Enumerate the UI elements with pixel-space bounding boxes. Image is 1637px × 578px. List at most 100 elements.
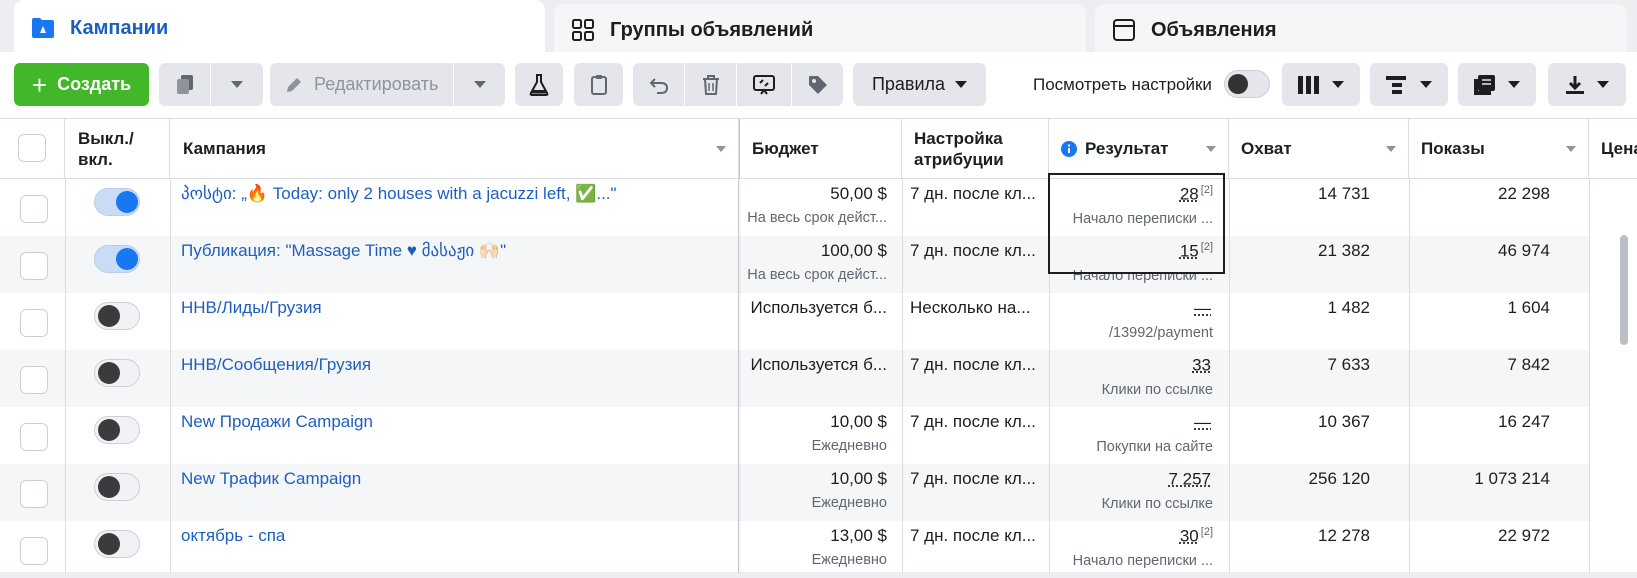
rules-button[interactable]: Правила [853, 63, 986, 106]
attribution-cell: 7 дн. после кл... [910, 412, 1036, 431]
header-budget[interactable]: Бюджет [739, 119, 902, 179]
campaign-name-link[interactable]: Публикация: "Massage Time ♥ მასაჟი 🙌🏻" [181, 236, 729, 293]
result-footnote: [2] [1200, 526, 1213, 538]
row-checkbox[interactable] [20, 252, 48, 280]
budget-cell[interactable]: 10,00 $ Ежедневно [739, 464, 898, 521]
ab-test-button[interactable] [515, 63, 563, 106]
view-settings-toggle[interactable] [1224, 70, 1270, 98]
level-tabs: Кампании Группы объявлений Объявления [0, 0, 1637, 56]
tab-ads[interactable]: Объявления [1095, 4, 1627, 56]
impressions-cell: 22 298 [1498, 184, 1550, 203]
campaign-name-link[interactable]: HHB/Лиды/Грузия [181, 293, 729, 350]
row-checkbox[interactable] [20, 195, 48, 223]
budget-cell[interactable]: 100,00 $ На весь срок дейст... [739, 236, 898, 293]
edit-button[interactable]: Редактировать [270, 63, 453, 106]
result-selection-box [1048, 173, 1225, 274]
tab-campaigns[interactable]: Кампании [14, 0, 545, 56]
sort-caret-icon [1566, 146, 1576, 152]
breakdown-button[interactable] [1370, 63, 1448, 106]
header-result[interactable]: Результат [1049, 119, 1229, 179]
row-checkbox[interactable] [20, 423, 48, 451]
vertical-scrollbar[interactable] [1620, 235, 1628, 345]
delete-button[interactable] [685, 63, 736, 106]
header-attribution[interactable]: Настройка атрибуции [902, 119, 1049, 179]
campaign-name-link[interactable]: HHB/Сообщения/Грузия [181, 350, 729, 407]
budget-type: Ежедневно [811, 495, 887, 511]
campaign-status-toggle[interactable] [94, 530, 140, 558]
campaign-name-link[interactable]: New Трафик Campaign [181, 464, 729, 521]
campaign-status-toggle[interactable] [94, 416, 140, 444]
export-button[interactable] [1548, 63, 1626, 106]
campaign-name-link[interactable]: октябрь - спа [181, 521, 729, 578]
header-campaign[interactable]: Кампания [170, 119, 739, 179]
breakdown-icon [1386, 75, 1406, 94]
reports-icon [1474, 74, 1495, 95]
campaign-status-toggle[interactable] [94, 188, 140, 216]
attribution-cell: 7 дн. после кл... [910, 469, 1036, 488]
columns-button[interactable] [1282, 63, 1360, 106]
attribution-cell: Несколько на... [910, 298, 1031, 317]
header-reach[interactable]: Охват [1229, 119, 1409, 179]
reach-cell: 10 367 [1318, 412, 1370, 431]
campaign-status-toggle[interactable] [94, 359, 140, 387]
chevron-down-icon [1597, 81, 1609, 88]
row-checkbox[interactable] [20, 480, 48, 508]
preview-icon [753, 74, 775, 95]
reach-cell: 256 120 [1308, 469, 1370, 488]
table-row[interactable]: New Продажи Campaign 10,00 $ Ежедневно 7 дн… [0, 407, 1590, 464]
select-all-checkbox[interactable] [18, 134, 46, 162]
create-button[interactable]: + Создать [14, 63, 149, 106]
table-row[interactable]: HHB/Сообщения/Грузия Используется б... 7 д… [0, 350, 1590, 407]
preview-button[interactable] [737, 63, 791, 106]
table-row[interactable]: New Трафик Campaign 10,00 $ Ежедневно 7 дн.… [0, 464, 1590, 521]
table-row[interactable]: октябрь - спа 13,00 $ Ежедневно 7 дн. после… [0, 521, 1590, 578]
impressions-cell: 1 073 214 [1474, 469, 1550, 488]
budget-cell[interactable]: Используется б... [739, 350, 898, 407]
campaign-status-toggle[interactable] [94, 245, 140, 273]
table-row[interactable]: პოსტი: „🔥 Today: only 2 houses with a ja… [0, 179, 1590, 236]
row-checkbox[interactable] [20, 309, 48, 337]
budget-cell[interactable]: 13,00 $ Ежедневно [739, 521, 898, 578]
table-row[interactable]: Публикация: "Massage Time ♥ მასაჟი 🙌🏻" 10… [0, 236, 1590, 293]
toolbar: + Создать Редактировать Правила Посмотре… [0, 52, 1637, 118]
header-budget-label: Бюджет [752, 138, 819, 158]
header-impressions[interactable]: Показы [1409, 119, 1589, 179]
reach-cell: 1 482 [1327, 298, 1370, 317]
duplicate-dropdown[interactable] [211, 63, 263, 106]
row-checkbox[interactable] [20, 366, 48, 394]
campaign-status-toggle[interactable] [94, 473, 140, 501]
chevron-down-icon [1420, 81, 1432, 88]
budget-value: 10,00 $ [830, 412, 887, 431]
budget-cell[interactable]: 50,00 $ На весь срок дейст... [739, 179, 898, 236]
undo-button[interactable] [633, 63, 684, 106]
budget-cell[interactable]: Используется б... [739, 293, 898, 350]
result-cell[interactable]: 30 [2] Начало переписки ... [1049, 521, 1223, 578]
campaign-name-link[interactable]: პოსტი: „🔥 Today: only 2 houses with a ja… [181, 179, 729, 236]
clipboard-icon [590, 74, 607, 95]
budget-value: Используется б... [750, 298, 887, 317]
budget-cell[interactable]: 10,00 $ Ежедневно [739, 407, 898, 464]
reports-button[interactable] [1458, 63, 1536, 106]
undo-icon [649, 77, 668, 94]
result-cell[interactable]: 7 257 Клики по ссылке [1049, 464, 1223, 521]
result-value: 7 257 [1168, 469, 1211, 489]
edit-dropdown[interactable] [454, 63, 505, 106]
tab-ad-sets[interactable]: Группы объявлений [554, 4, 1086, 56]
campaign-status-toggle[interactable] [94, 302, 140, 330]
budget-value: 50,00 $ [830, 184, 887, 203]
attribution-cell: 7 дн. после кл... [910, 526, 1036, 545]
result-cell[interactable]: — Покупки на сайте [1049, 407, 1223, 464]
duplicate-button[interactable] [159, 63, 210, 106]
attribution-cell: 7 дн. после кл... [910, 241, 1036, 260]
table-row[interactable]: HHB/Лиды/Грузия Используется б... Нескольк… [0, 293, 1590, 350]
tag-button[interactable] [792, 63, 843, 106]
campaign-name-link[interactable]: New Продажи Campaign [181, 407, 729, 464]
result-value: — [1194, 412, 1211, 432]
clipboard-button[interactable] [574, 63, 623, 106]
result-cell[interactable]: — /13992/payment [1049, 293, 1223, 350]
trash-icon [702, 74, 719, 95]
row-checkbox[interactable] [20, 537, 48, 565]
header-price[interactable]: Цена [1589, 119, 1637, 179]
result-cell[interactable]: 33 Клики по ссылке [1049, 350, 1223, 407]
duplicate-icon [176, 74, 193, 94]
